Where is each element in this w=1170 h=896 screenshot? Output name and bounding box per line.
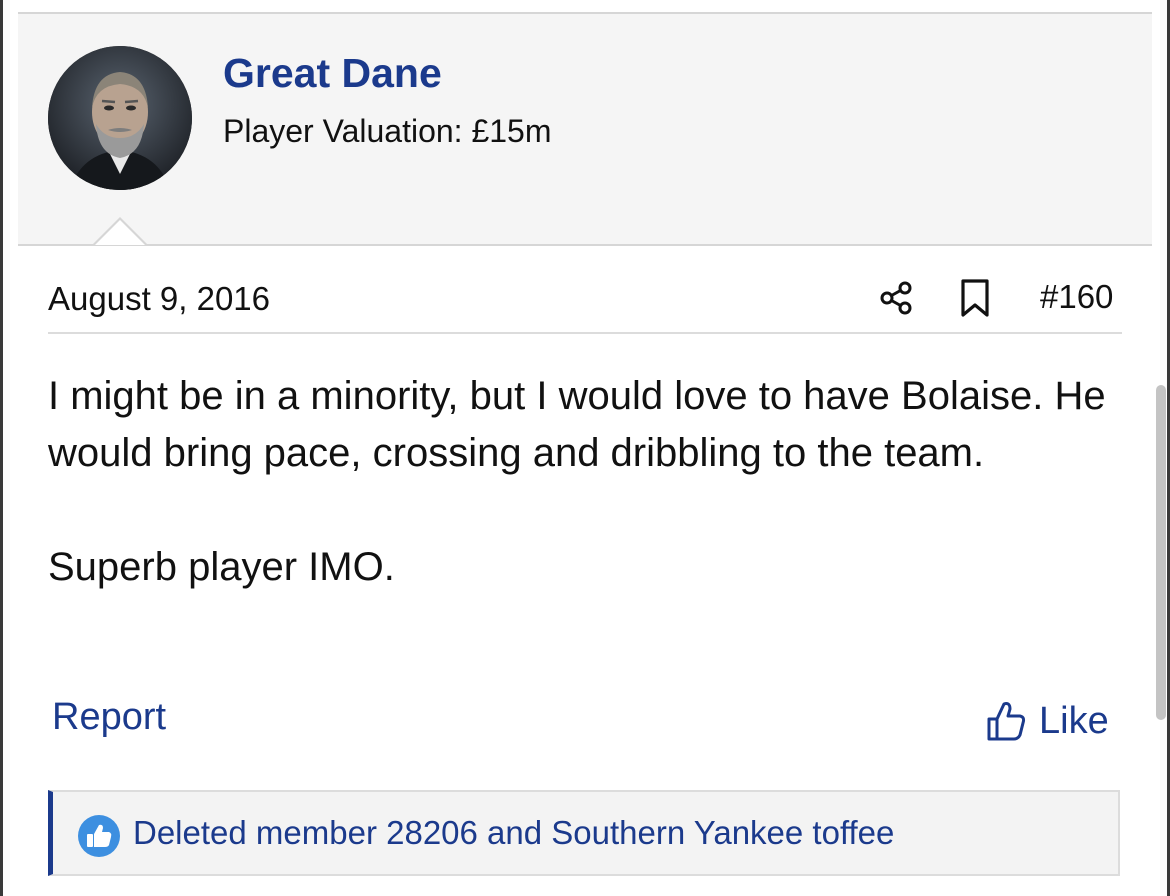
window-edge-left [0, 0, 3, 896]
like-button[interactable]: Like [985, 698, 1109, 744]
likes-summary-bar: Deleted member 28206 and Southern Yankee… [48, 790, 1120, 876]
post-date[interactable]: August 9, 2016 [48, 280, 270, 318]
thumbs-up-badge-icon [78, 815, 120, 857]
like-label: Like [1039, 699, 1109, 742]
post-header-divider [48, 332, 1122, 334]
scrollbar-thumb[interactable] [1156, 385, 1166, 720]
author-name-link[interactable]: Great Dane [223, 50, 442, 97]
bookmark-icon[interactable] [958, 278, 992, 318]
post-paragraph: Superb player IMO. [48, 545, 395, 589]
header-pointer-fill [95, 220, 145, 245]
thumbs-up-icon [987, 702, 1026, 741]
report-link[interactable]: Report [52, 696, 166, 739]
post-number-link[interactable]: #160 [1040, 278, 1113, 316]
author-valuation: Player Valuation: £15m [223, 113, 552, 149]
likes-summary-text[interactable]: Deleted member 28206 and Southern Yankee… [133, 814, 894, 852]
post-paragraph: I might be in a minority, but I would lo… [48, 374, 1106, 475]
avatar[interactable] [48, 46, 192, 190]
post-body: I might be in a minority, but I would lo… [48, 368, 1128, 596]
share-icon[interactable] [876, 278, 916, 318]
